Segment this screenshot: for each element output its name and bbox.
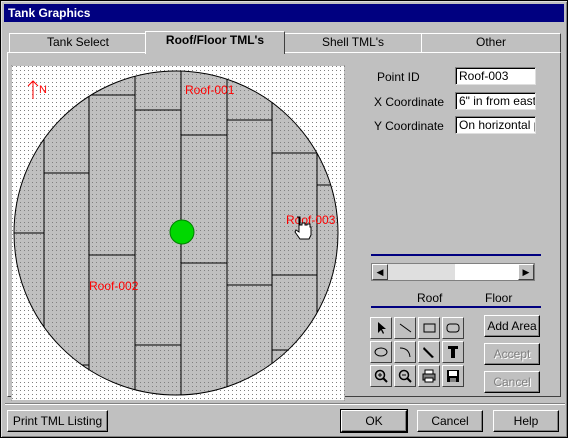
north-label: N xyxy=(39,84,47,96)
text-icon xyxy=(448,346,458,358)
x-coordinate-label: X Coordinate xyxy=(374,95,445,109)
ok-button[interactable]: OK xyxy=(340,409,408,433)
tab-roof-floor-tmls[interactable]: Roof/Floor TML's xyxy=(145,31,285,54)
window-title: Tank Graphics xyxy=(4,4,564,22)
accept-button[interactable]: Accept xyxy=(484,343,540,365)
tank-graphics-window: Tank Graphics Tank Select Roof/Floor TML… xyxy=(0,0,568,438)
print-tool[interactable] xyxy=(418,365,440,387)
rounded-rectangle-icon xyxy=(446,323,460,333)
side-cancel-button[interactable]: Cancel xyxy=(484,371,540,393)
scroll-left-button[interactable]: ◀ xyxy=(372,264,388,280)
roof-label: Roof xyxy=(417,291,443,305)
rectangle-tool[interactable] xyxy=(418,317,440,339)
tab-tank-select[interactable]: Tank Select xyxy=(9,33,147,52)
zoom-out-tool[interactable] xyxy=(394,365,416,387)
floor-label: Floor xyxy=(485,291,513,305)
brush-tool[interactable] xyxy=(418,341,440,363)
add-area-button[interactable]: Add Area xyxy=(484,315,540,337)
x-coordinate-field[interactable]: 6" in from east xyxy=(455,92,536,110)
print-tml-listing-button[interactable]: Print TML Listing xyxy=(7,410,108,432)
arc-icon xyxy=(399,347,411,358)
cancel-button[interactable]: Cancel xyxy=(417,410,483,432)
brush-icon xyxy=(423,347,434,358)
tab-strip: Tank Select Roof/Floor TML's Shell TML's… xyxy=(9,31,561,54)
tab-other[interactable]: Other xyxy=(421,33,561,52)
arc-tool[interactable] xyxy=(394,341,416,363)
zoom-in-tool[interactable] xyxy=(370,365,392,387)
line-tool[interactable] xyxy=(394,317,416,339)
rounded-rectangle-tool[interactable] xyxy=(442,317,464,339)
ellipse-tool[interactable] xyxy=(370,341,392,363)
center-marker[interactable] xyxy=(169,219,195,245)
y-coordinate-field[interactable]: On horizontal pl xyxy=(455,116,536,134)
pointer-tool[interactable] xyxy=(370,317,392,339)
pointer-icon xyxy=(378,322,386,334)
y-coordinate-label: Y Coordinate xyxy=(374,119,444,133)
scroll-thumb[interactable] xyxy=(455,264,518,280)
point-id-field[interactable]: Roof-003 xyxy=(455,67,536,85)
segment-bottom-rule xyxy=(371,306,541,308)
text-tool[interactable] xyxy=(442,341,464,363)
tab-shell-tmls[interactable]: Shell TML's xyxy=(283,33,423,52)
line-icon xyxy=(399,323,412,333)
point-id-label: Point ID xyxy=(377,70,420,84)
tank-drawing-canvas[interactable]: N Roof-001 Roof-002 Roof-003 xyxy=(10,64,346,402)
tml-point-roof-002[interactable]: Roof-002 xyxy=(89,279,139,293)
rectangle-icon xyxy=(423,323,436,333)
tml-point-roof-001[interactable]: Roof-001 xyxy=(185,83,235,97)
scroll-right-button[interactable]: ▶ xyxy=(518,264,534,280)
roof-floor-scrollbar[interactable]: ◀ ▶ xyxy=(371,263,535,281)
tml-point-roof-003[interactable]: Roof-003 xyxy=(286,213,336,227)
save-tool[interactable] xyxy=(442,365,464,387)
help-button[interactable]: Help xyxy=(493,410,559,432)
zoom-in-icon xyxy=(374,369,388,383)
save-icon xyxy=(447,370,459,382)
print-icon xyxy=(422,369,436,383)
ellipse-icon xyxy=(374,347,388,357)
footer-divider xyxy=(5,403,565,405)
segment-top-rule xyxy=(371,254,541,256)
zoom-out-icon xyxy=(398,369,412,383)
